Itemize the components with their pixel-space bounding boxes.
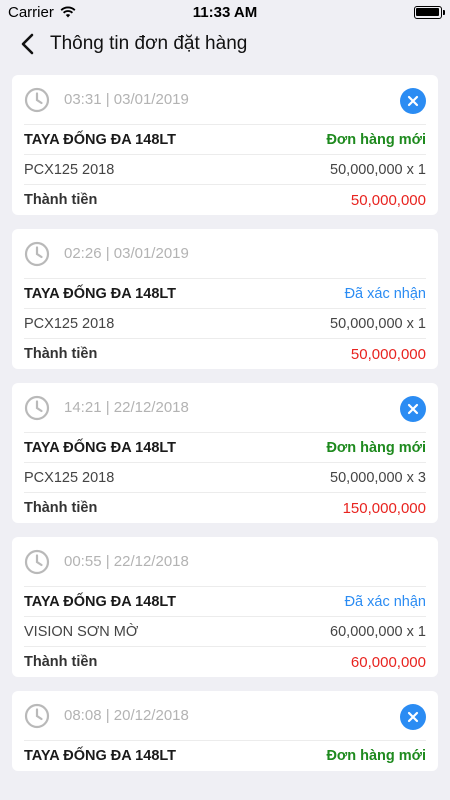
store-name: TAYA ĐỐNG ĐA 148LT (24, 748, 177, 764)
order-product-row: PCX125 2018 50,000,000 x 3 (24, 463, 426, 493)
total-label: Thành tiền (24, 654, 98, 670)
total-value: 150,000,000 (342, 499, 426, 517)
order-status: Đơn hàng mới (326, 748, 426, 764)
order-status: Đã xác nhận (344, 285, 426, 302)
total-label: Thành tiền (24, 500, 98, 516)
price-quantity: 50,000,000 x 1 (330, 161, 426, 178)
total-value: 50,000,000 (350, 191, 426, 209)
close-icon (407, 403, 419, 415)
order-time: 00:55 | 22/12/2018 (64, 553, 189, 570)
close-icon (407, 95, 419, 107)
cancel-order-button[interactable] (400, 88, 426, 114)
store-name: TAYA ĐỐNG ĐA 148LT (24, 439, 177, 456)
price-quantity: 50,000,000 x 3 (330, 469, 426, 486)
total-label: Thành tiền (24, 346, 98, 362)
store-name: TAYA ĐỐNG ĐA 148LT (24, 131, 177, 148)
product-name: PCX125 2018 (24, 469, 115, 486)
order-status: Đã xác nhận (344, 593, 426, 610)
order-status: Đơn hàng mới (326, 131, 426, 148)
order-total-row: Thành tiền 50,000,000 (24, 185, 426, 215)
price-quantity: 60,000,000 x 1 (330, 623, 426, 640)
order-time: 14:21 | 22/12/2018 (64, 399, 189, 416)
carrier-label: Carrier (8, 3, 54, 21)
total-value: 50,000,000 (350, 345, 426, 363)
back-button[interactable] (10, 26, 44, 62)
order-header: 03:31 | 03/01/2019 (24, 75, 426, 125)
order-list: 03:31 | 03/01/2019 TAYA ĐỐNG ĐA 148LT Đơ… (12, 75, 438, 785)
product-name: VISION SƠN MỜ (24, 623, 139, 640)
navigation-bar: Thông tin đơn đặt hàng (0, 24, 450, 64)
store-name: TAYA ĐỐNG ĐA 148LT (24, 593, 177, 610)
clock-icon (24, 549, 50, 574)
order-card[interactable]: 00:55 | 22/12/2018 TAYA ĐỐNG ĐA 148LT Đã… (12, 537, 438, 677)
order-time: 03:31 | 03/01/2019 (64, 91, 189, 108)
order-product-row: PCX125 2018 50,000,000 x 1 (24, 309, 426, 339)
order-header: 00:55 | 22/12/2018 (24, 537, 426, 587)
order-store-row: TAYA ĐỐNG ĐA 148LT Đơn hàng mới (24, 433, 426, 463)
close-icon (407, 711, 419, 723)
chevron-left-icon (21, 33, 34, 55)
battery-icon (413, 5, 445, 19)
clock-icon (24, 241, 50, 266)
order-status: Đơn hàng mới (326, 439, 426, 456)
total-label: Thành tiền (24, 192, 98, 208)
order-header: 02:26 | 03/01/2019 (24, 229, 426, 279)
cancel-order-button[interactable] (400, 396, 426, 422)
order-header: 08:08 | 20/12/2018 (24, 691, 426, 741)
cancel-order-button[interactable] (400, 704, 426, 730)
order-header: 14:21 | 22/12/2018 (24, 383, 426, 433)
order-time: 02:26 | 03/01/2019 (64, 245, 189, 262)
order-store-row: TAYA ĐỐNG ĐA 148LT Đơn hàng mới (24, 125, 426, 155)
order-product-row: PCX125 2018 50,000,000 x 1 (24, 155, 426, 185)
order-card[interactable]: 02:26 | 03/01/2019 TAYA ĐỐNG ĐA 148LT Đã… (12, 229, 438, 369)
clock-icon (24, 703, 50, 728)
product-name: PCX125 2018 (24, 315, 115, 332)
order-total-row: Thành tiền 150,000,000 (24, 493, 426, 523)
order-total-row: Thành tiền 50,000,000 (24, 339, 426, 369)
order-store-row: TAYA ĐỐNG ĐA 148LT Đã xác nhận (24, 587, 426, 617)
price-quantity: 50,000,000 x 1 (330, 315, 426, 332)
store-name: TAYA ĐỐNG ĐA 148LT (24, 285, 177, 302)
status-bar: Carrier 11:33 AM (0, 0, 450, 24)
total-value: 60,000,000 (350, 653, 426, 671)
order-store-row: TAYA ĐỐNG ĐA 148LT Đơn hàng mới (24, 741, 426, 771)
clock-icon (24, 87, 50, 112)
order-card[interactable]: 08:08 | 20/12/2018 TAYA ĐỐNG ĐA 148LT Đơ… (12, 691, 438, 771)
order-card[interactable]: 14:21 | 22/12/2018 TAYA ĐỐNG ĐA 148LT Đơ… (12, 383, 438, 523)
clock-icon (24, 395, 50, 420)
order-time: 08:08 | 20/12/2018 (64, 707, 189, 724)
product-name: PCX125 2018 (24, 161, 115, 178)
clock-time: 11:33 AM (192, 3, 258, 21)
order-store-row: TAYA ĐỐNG ĐA 148LT Đã xác nhận (24, 279, 426, 309)
order-total-row: Thành tiền 60,000,000 (24, 647, 426, 677)
wifi-icon (60, 6, 76, 18)
order-card[interactable]: 03:31 | 03/01/2019 TAYA ĐỐNG ĐA 148LT Đơ… (12, 75, 438, 215)
page-title: Thông tin đơn đặt hàng (50, 33, 248, 54)
order-product-row: VISION SƠN MỜ 60,000,000 x 1 (24, 617, 426, 647)
